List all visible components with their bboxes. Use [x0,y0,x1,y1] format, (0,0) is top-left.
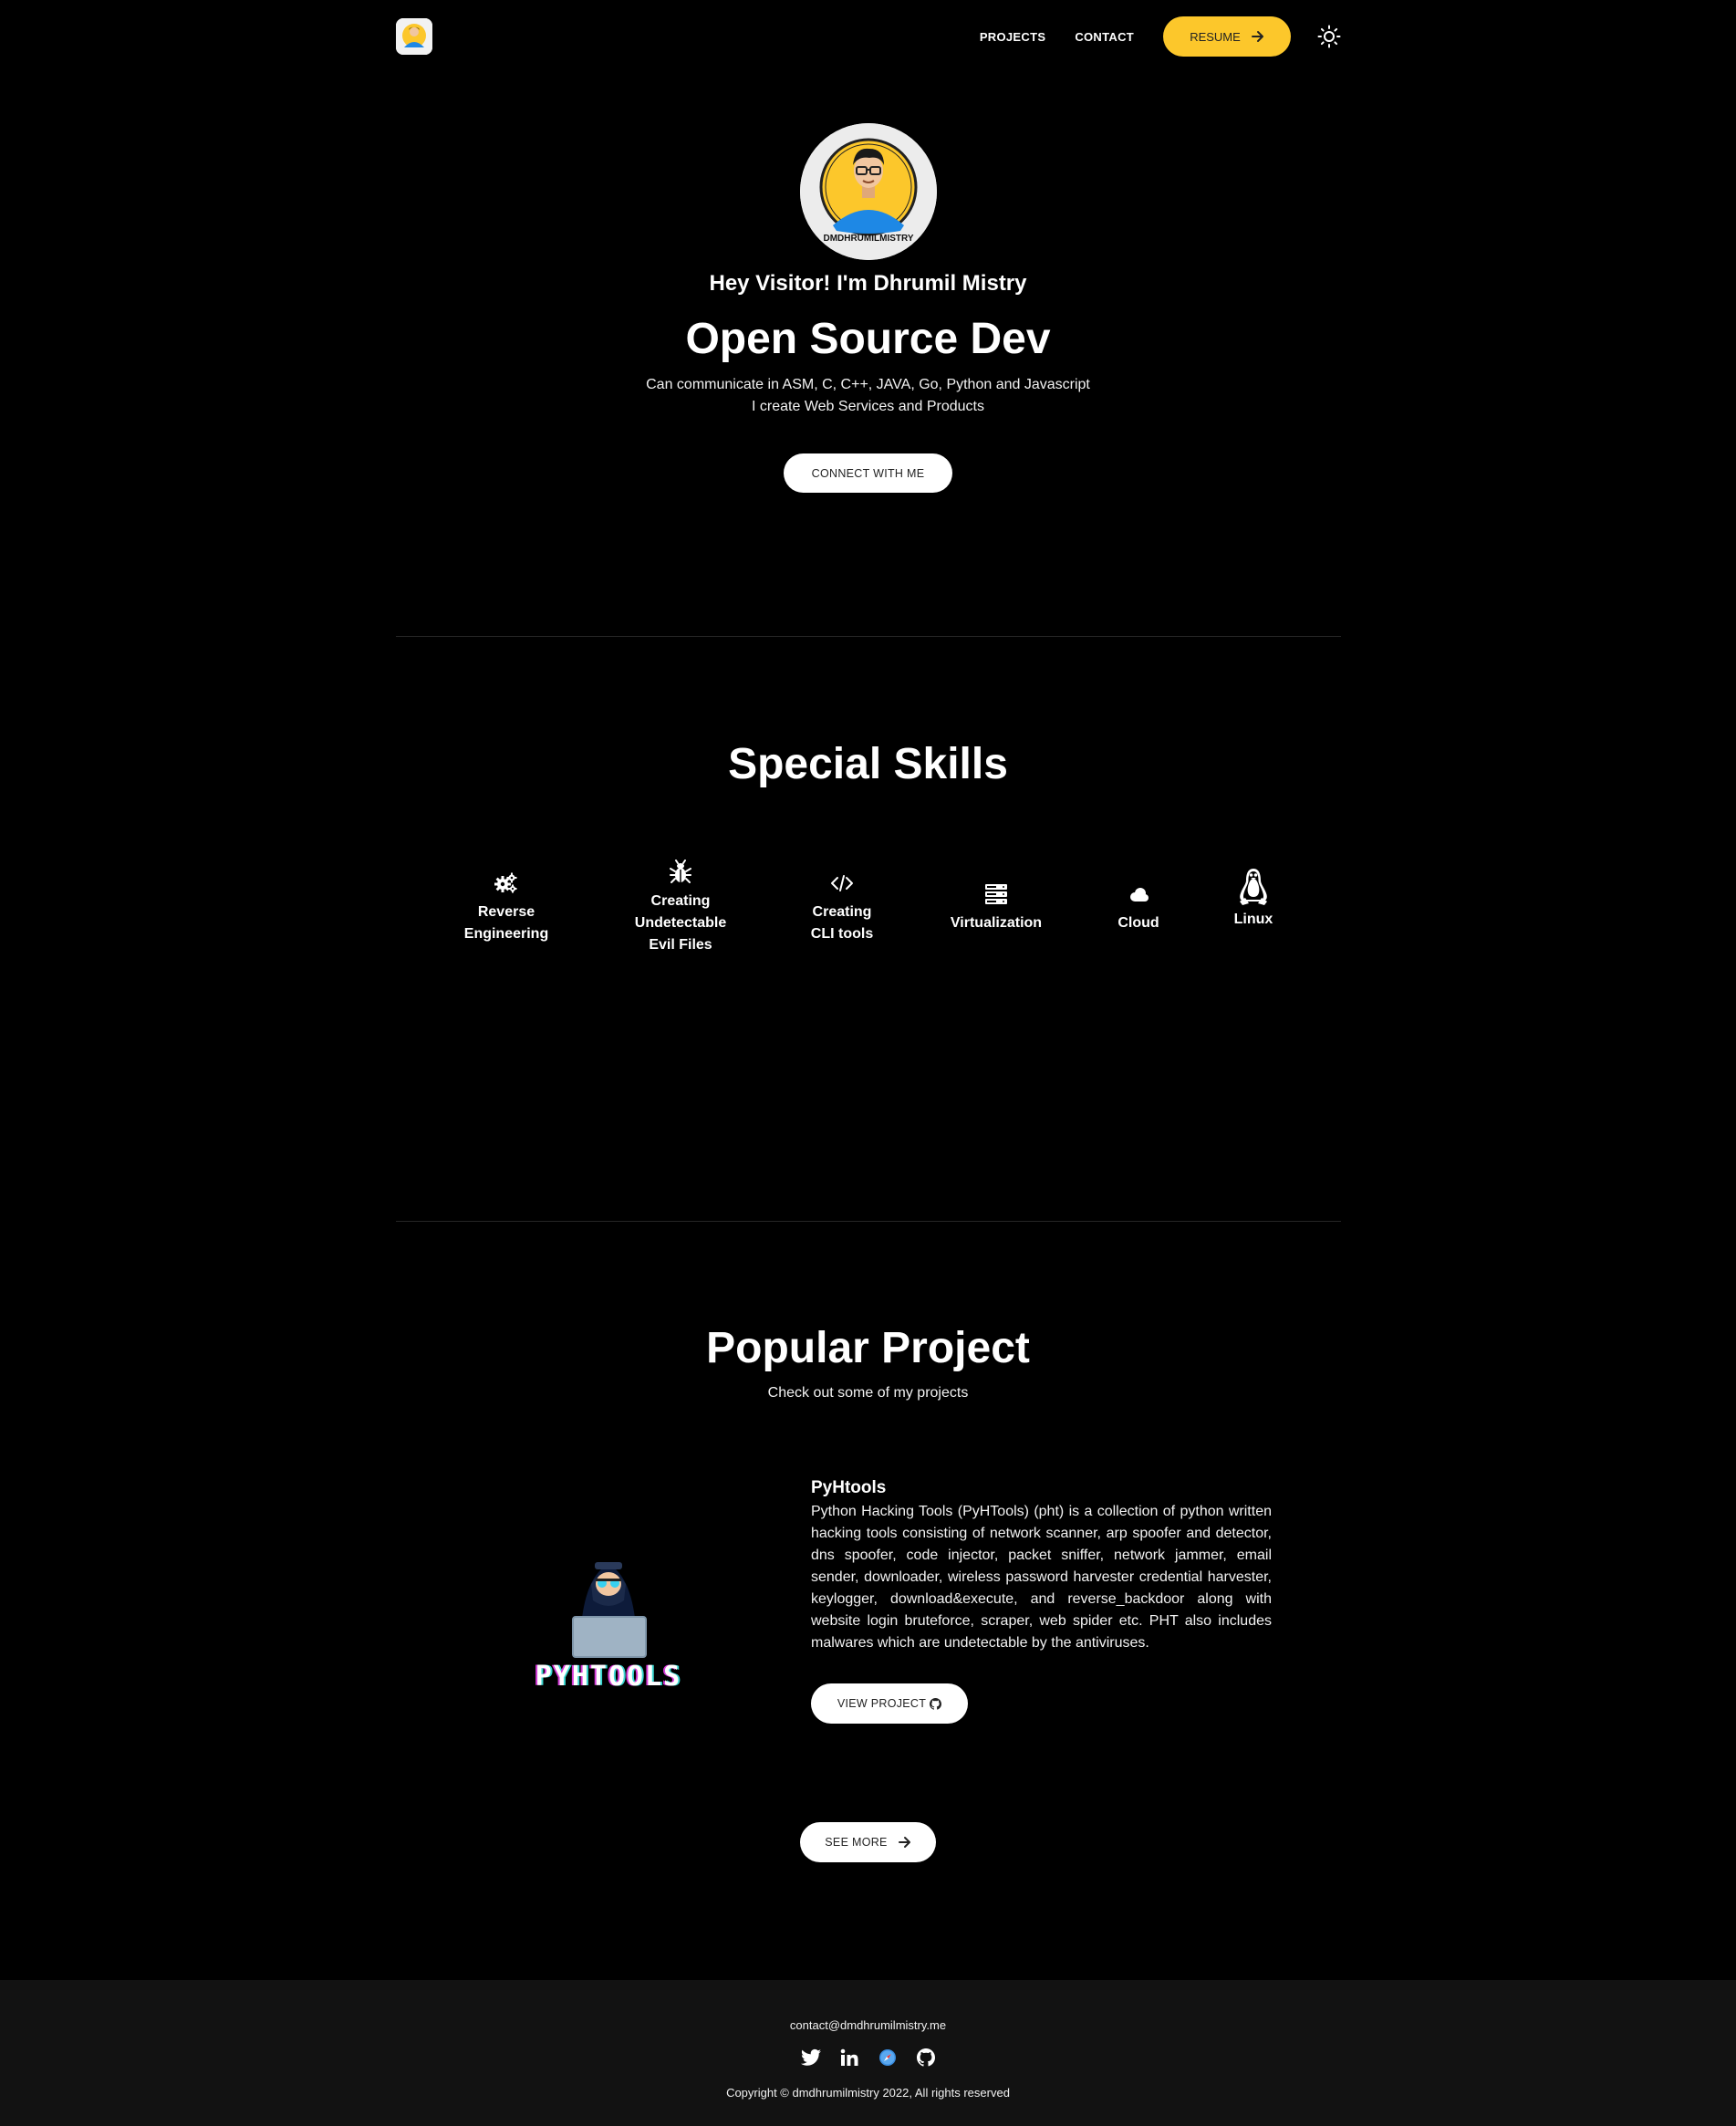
tux-icon [1233,867,1273,907]
cloud-icon [1126,881,1151,907]
skill-label: Reverse Engineering [463,904,549,942]
project-description: Python Hacking Tools (PyHTools) (pht) is… [811,1504,1272,1651]
skill-cli-tools: Creating CLI tools [792,870,892,945]
github-icon[interactable] [916,2048,936,2068]
skill-label: Creating Undetectable Evil Files [634,893,727,953]
footer-copyright: Copyright © dmdhrumilmistry 2022, All ri… [726,2086,1010,2100]
skills-title: Special Skills [728,740,1008,788]
gears-icon [494,870,519,896]
projects-subtitle: Check out some of my projects [767,1385,969,1401]
hero-title: Open Source Dev [685,315,1051,363]
skill-virtualization: Virtualization [941,881,1051,934]
see-more-button[interactable]: SEE MORE [800,1822,936,1862]
arrow-right-icon [898,1837,910,1848]
see-more-label: SEE MORE [825,1836,888,1849]
view-project-button[interactable]: VIEW PROJECT [811,1683,968,1724]
skill-label: Virtualization [950,915,1043,931]
code-icon [829,870,855,896]
section-divider [396,636,1341,637]
hero-tagline: I create Web Services and Products [752,399,984,414]
skill-reverse-engineering: Reverse Engineering [447,870,566,945]
nav-contact-link[interactable]: CONTACT [1075,30,1134,44]
skill-label: Cloud [1117,915,1159,931]
hero-greeting: Hey Visitor! I'm Dhrumil Mistry [709,271,1027,296]
sun-icon[interactable] [1317,25,1341,48]
top-nav: PROJECTS CONTACT RESUME [396,16,1341,57]
profile-avatar: DMDHRUMILMISTRY [800,123,937,260]
server-icon [983,881,1009,907]
resume-label: RESUME [1190,29,1241,44]
avatar-logo-icon[interactable] [396,18,432,55]
resume-button[interactable]: RESUME [1163,16,1291,57]
project-name: PyHtools [811,1478,887,1497]
skill-evil-files: Creating Undetectable Evil Files [620,860,741,956]
nav-links: PROJECTS CONTACT RESUME [980,16,1291,57]
nav-projects-link[interactable]: PROJECTS [980,30,1045,44]
footer-email-link[interactable]: contact@dmdhrumilmistry.me [0,2018,1736,2032]
github-icon [930,1697,942,1710]
skill-linux: Linux [1217,867,1290,931]
skill-cloud: Cloud [1102,881,1175,934]
pyhtools-logo-text: PYHTOOLS [535,1661,682,1693]
twitter-icon[interactable] [800,2048,821,2068]
skill-label: Creating CLI tools [810,904,874,942]
hero-languages: Can communicate in ASM, C, C++, JAVA, Go… [646,377,1090,392]
bug-icon [668,860,693,885]
projects-title: Popular Project [706,1324,1030,1372]
connect-button[interactable]: CONNECT WITH ME [784,453,952,493]
section-divider [396,1221,1341,1222]
skill-label: Linux [1233,912,1273,927]
social-links [0,2048,1736,2068]
arrow-right-icon [1251,31,1263,42]
view-project-label: VIEW PROJECT [837,1697,927,1710]
safari-icon[interactable] [878,2048,898,2068]
avatar-caption: DMDHRUMILMISTRY [823,234,914,244]
linkedin-icon[interactable] [839,2048,859,2068]
footer: contact@dmdhrumilmistry.me Copyright © d… [0,1980,1736,2126]
